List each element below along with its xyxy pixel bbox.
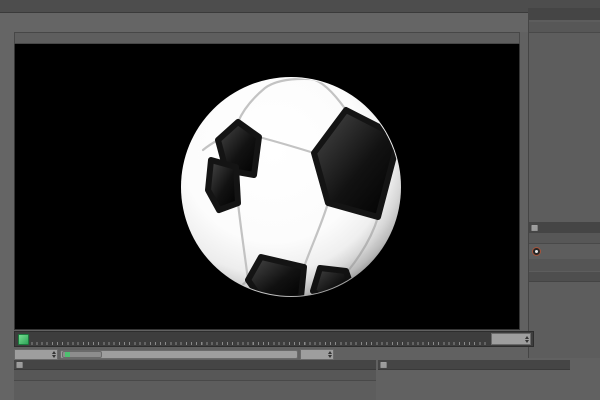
grid-icon: ▦ <box>531 223 539 232</box>
stepper-arrows[interactable] <box>525 335 530 343</box>
coordinates-panel: ▦ <box>378 360 600 400</box>
materials-panel: ▦ <box>14 360 376 400</box>
active-tool-row <box>529 245 600 258</box>
materials-header: ▦ <box>14 360 376 370</box>
live-selection-icon <box>532 247 541 256</box>
viewport-menubar <box>14 32 520 44</box>
grid-icon: ▦ <box>16 360 24 369</box>
keyframe-marker <box>65 351 70 357</box>
material-swatches <box>14 381 376 383</box>
frame-slider-handle[interactable] <box>62 350 102 358</box>
soccer-ball-render <box>181 77 401 297</box>
attribute-tabs <box>529 259 600 271</box>
current-frame-handle[interactable] <box>18 334 29 345</box>
start-frame-field[interactable] <box>14 348 58 360</box>
timeline-ruler[interactable] <box>15 332 489 346</box>
materials-menubar <box>14 370 376 381</box>
end-frame-field[interactable] <box>300 348 334 360</box>
stepper-arrows[interactable] <box>52 350 57 358</box>
attributes-menubar <box>529 233 600 244</box>
main-menubar <box>0 0 600 13</box>
manager-tabs <box>529 8 600 20</box>
viewport-canvas[interactable] <box>14 44 520 330</box>
grid-icon: ▦ <box>380 360 388 369</box>
timeline <box>14 331 534 347</box>
transport-bar <box>14 348 534 360</box>
stepper-arrows[interactable] <box>328 350 333 358</box>
options-section-header[interactable] <box>529 272 600 282</box>
viewport-panel <box>14 32 520 330</box>
coordinates-columns <box>378 370 600 380</box>
timeline-ticks <box>21 342 487 345</box>
main-toolbar <box>0 13 528 32</box>
coordinates-header: ▦ <box>378 360 570 370</box>
frame-slider[interactable] <box>60 349 298 359</box>
object-manager-menubar <box>529 22 600 33</box>
right-panel: ▦ <box>528 8 600 358</box>
mode-toolbar <box>0 32 14 400</box>
attributes-header: ▦ <box>529 222 600 233</box>
cinema4d-window: ▦ ▦ ▦ <box>0 0 600 400</box>
timeline-range-end-field[interactable] <box>491 333 531 345</box>
